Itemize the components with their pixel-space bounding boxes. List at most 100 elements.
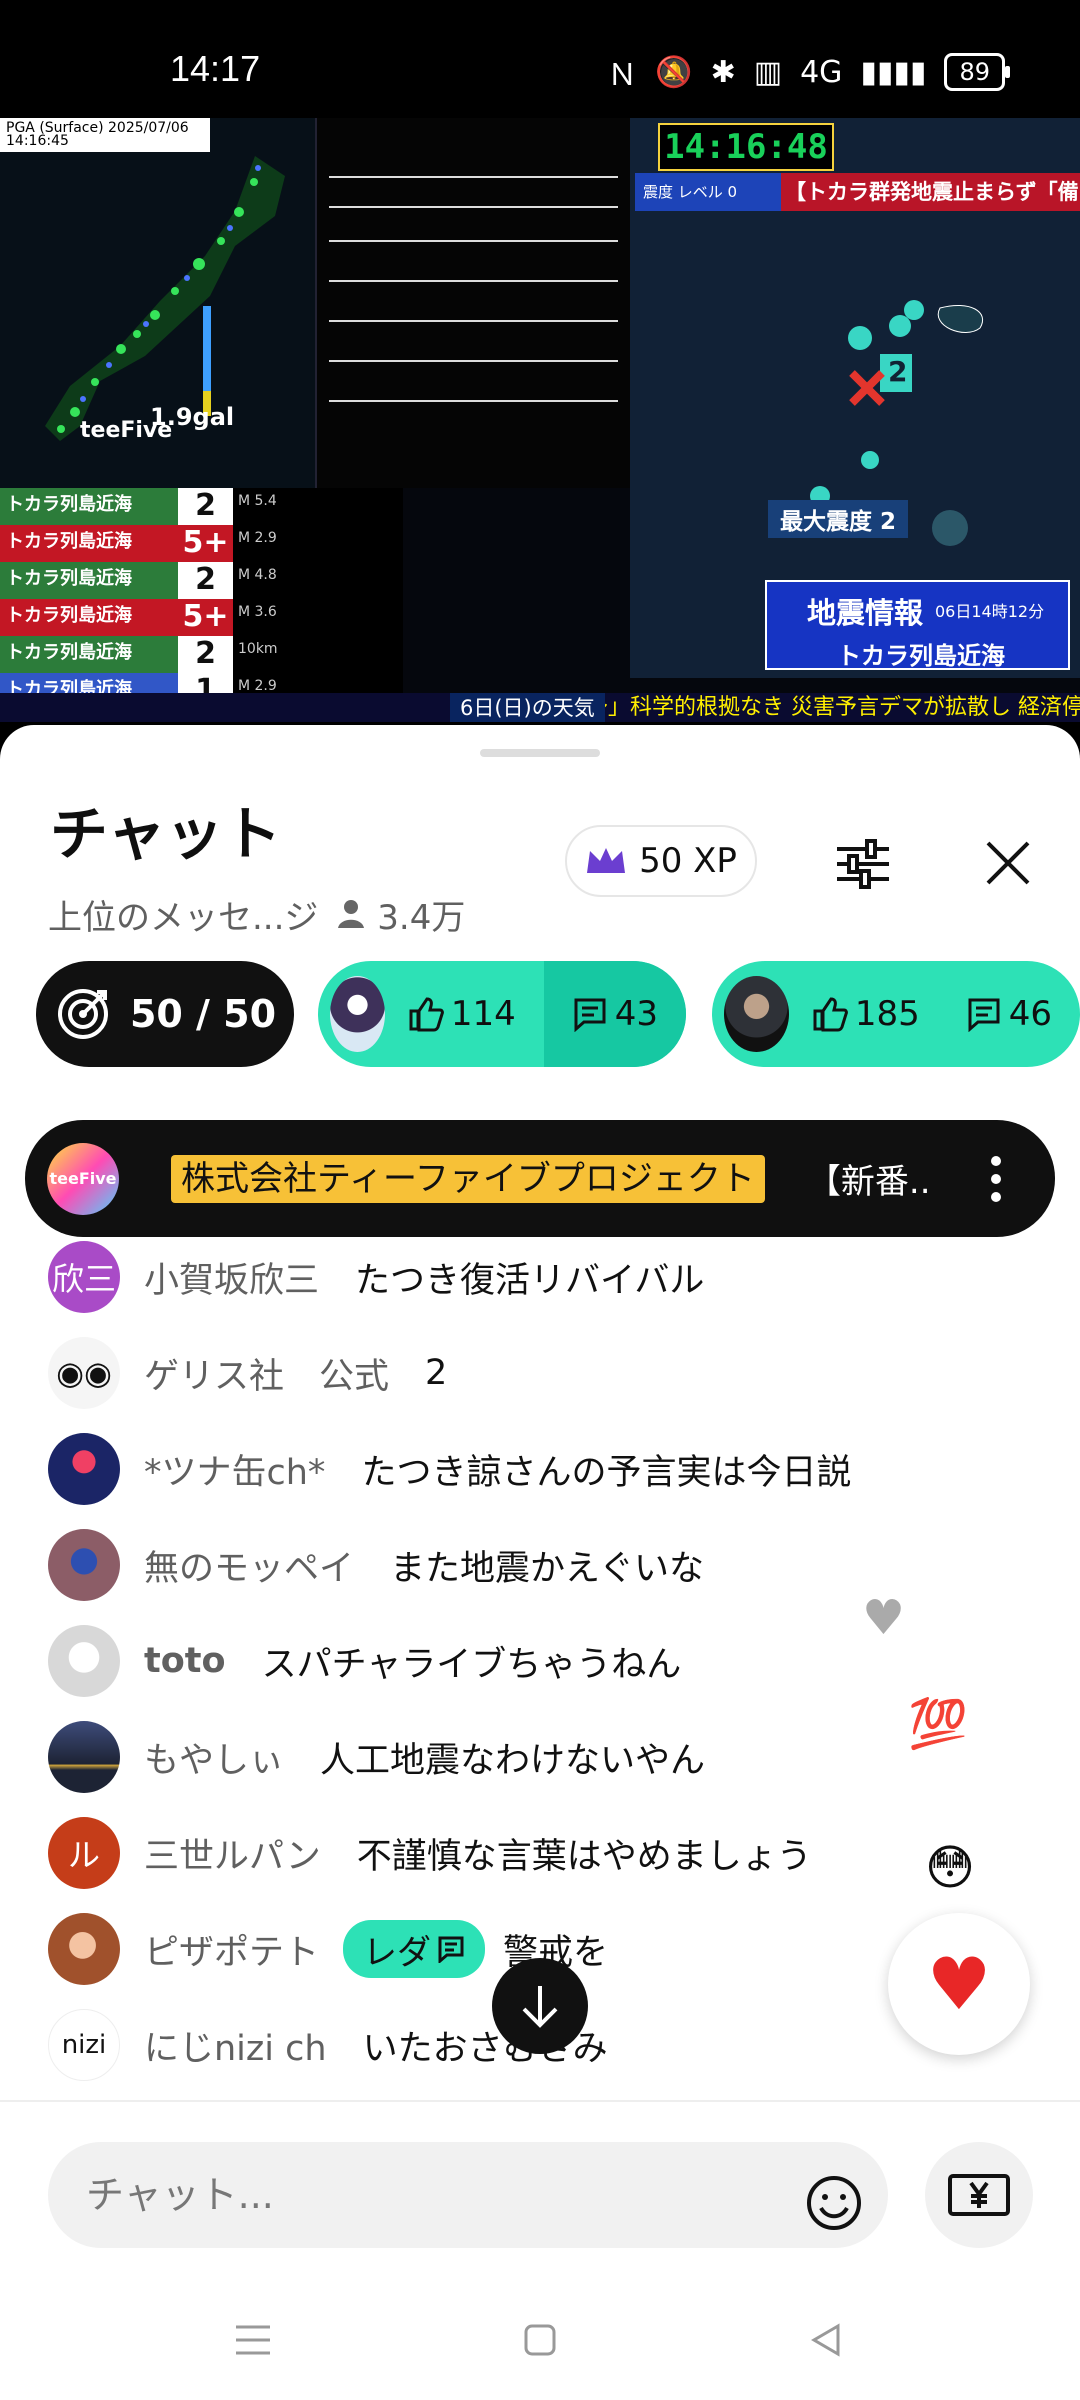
viewer-count-container: 3.4万 (336, 890, 465, 939)
pinned-avatar: teeFive (47, 1142, 119, 1215)
menu-icon[interactable] (232, 2319, 274, 2361)
pinned-message[interactable]: teeFive 株式会社ティーファイブプロジェクト 【新番... (25, 1120, 1055, 1237)
avatar (48, 1433, 120, 1505)
waveform-line (329, 280, 618, 282)
more-vertical-icon[interactable] (991, 1155, 1001, 1203)
quake-list-row: トカラ列島近海 2 M 4.8 (0, 562, 630, 599)
message-author[interactable]: 三世ルパン (144, 1828, 321, 1879)
quake-list-name: トカラ列島近海 (0, 636, 178, 673)
scroll-to-bottom-button[interactable] (492, 1958, 588, 2054)
home-icon[interactable] (519, 2319, 561, 2361)
message-author[interactable]: 小賀坂欣三 (144, 1252, 319, 1303)
arrow-down-icon (522, 1986, 558, 2028)
likes-count: 185 (854, 994, 920, 1034)
sheet-drag-handle[interactable] (480, 749, 600, 757)
chat-title: チャット (50, 800, 282, 868)
volte-icon: ▥ (753, 54, 783, 90)
live-video-player[interactable]: PGA (Surface) 2025/07/06 14:16:45 1.9gal… (0, 118, 1080, 722)
system-navigation-bar (0, 2280, 1080, 2400)
message-author[interactable]: もやしぃ (144, 1732, 284, 1783)
smiley-icon[interactable] (805, 2174, 863, 2232)
message-author[interactable]: *ツナ缶ch* (144, 1444, 325, 1495)
member-badge: レダ (343, 1920, 486, 1978)
chat-message[interactable]: ◉◉ ゲリス社 公式 2 (48, 1333, 447, 1413)
status-bar: 14:17 Ｎ 🔕 ✱ ▥ 4G ▮▮▮▮ 89 (0, 0, 1080, 118)
message-author[interactable]: toto (144, 1641, 226, 1681)
xp-label: 50 XP (639, 841, 737, 881)
comments-count: 46 (1008, 994, 1052, 1034)
chat-subtitle-row: 上位のメッセ...ジ 3.4万 (48, 890, 465, 939)
status-icons: Ｎ 🔕 ✱ ▥ 4G ▮▮▮▮ 89 (607, 50, 1010, 94)
pinned-author[interactable]: 株式会社ティーファイブプロジェクト (171, 1154, 765, 1203)
waveform-line (329, 320, 618, 322)
status-time: 14:17 (170, 48, 261, 89)
chat-message[interactable]: 欣三 小賀坂欣三 たつき復活リバイバル (48, 1237, 704, 1317)
leaderboard-card[interactable]: 114 43 (318, 961, 686, 1067)
quake-list-name: トカラ列島近海 (0, 562, 178, 599)
japan-map-icon (45, 156, 285, 441)
message-text: たつき復活リバイバル (355, 1260, 705, 1301)
chat-message[interactable]: *ツナ缶ch* たつき諒さんの予言実は今日説 (48, 1429, 851, 1509)
chat-message[interactable]: 無のモッペイ また地震かえぐいな (48, 1525, 704, 1605)
message-text: スパチャライブちゃうねん (261, 1644, 682, 1685)
goal-progress-button[interactable]: 50 / 50 (36, 961, 294, 1067)
quake-list-detail: M 5.4 (233, 488, 403, 525)
quake-list-detail: M 4.8 (233, 562, 403, 599)
signal-icon: ▮▮▮▮ (860, 54, 927, 90)
likes-container: 114 (407, 994, 516, 1034)
chat-filter-label[interactable]: 上位のメッセ...ジ (48, 890, 318, 939)
message-author[interactable]: にじnizi ch (144, 2020, 327, 2071)
message-author[interactable]: ピザポテト (144, 1924, 319, 1975)
quake-list-row: トカラ列島近海 2 10km (0, 636, 630, 673)
xp-button[interactable]: 50 XP (565, 825, 757, 897)
quake-area: トカラ列島近海 (837, 642, 1005, 670)
heart-reaction-button[interactable]: ♥ (888, 1913, 1030, 2055)
avatar (48, 1529, 120, 1601)
message-text: たつき諒さんの予言実は今日説 (361, 1452, 852, 1493)
back-icon[interactable] (806, 2319, 848, 2361)
comment-icon (968, 998, 1000, 1032)
chat-message[interactable]: ル 三世ルパン 不謹慎な言葉はやめましょう (48, 1813, 812, 1893)
message-author[interactable]: ゲリス社 公式 (144, 1348, 389, 1399)
comments-container: 46 (938, 961, 1080, 1067)
close-icon[interactable] (980, 835, 1036, 891)
chat-input[interactable]: チャット... (48, 2142, 888, 2248)
waveform-line (329, 206, 618, 208)
bluetooth-icon: ✱ (710, 54, 736, 90)
avatar (48, 1625, 120, 1697)
nfc-icon: Ｎ (607, 58, 638, 93)
quake-list-name: トカラ列島近海 (0, 599, 178, 636)
network-type: 4G (800, 54, 843, 90)
svg-text:2: 2 (888, 355, 907, 388)
message-text: 2 (425, 1353, 448, 1393)
floating-heart-icon: ♥ (862, 1590, 906, 1646)
quake-list-value: 5+ (178, 525, 233, 562)
chat-sheet: チャット 上位のメッセ...ジ 3.4万 50 XP 50 / 50 114 4… (0, 725, 1080, 2400)
chat-message[interactable]: toto スパチャライブちゃうねん (48, 1621, 681, 1701)
chat-message[interactable]: もやしぃ 人工地震なわけないやん (48, 1717, 705, 1797)
message-author[interactable]: 無のモッペイ (144, 1540, 354, 1591)
crown-icon (587, 848, 626, 873)
waveform-line (329, 176, 618, 178)
message-text: 人工地震なわけないやん (320, 1740, 706, 1781)
waveform-line (329, 240, 618, 242)
weather-label: 6日(日)の天気 (450, 693, 605, 722)
max-intensity-label: 最大震度 2 (768, 500, 909, 538)
super-chat-button[interactable] (925, 2142, 1033, 2248)
leaderboard-card[interactable]: 185 46 (712, 961, 1080, 1067)
goal-progress-value: 50 / 50 (129, 992, 277, 1036)
comment-icon (574, 998, 606, 1032)
quake-list-detail: 10km (233, 636, 403, 673)
quake-list-name: トカラ列島近海 (0, 488, 178, 525)
person-icon (338, 900, 365, 928)
battery-icon: 89 (944, 53, 1010, 91)
avatar (330, 976, 385, 1052)
quake-list-value: 5+ (178, 599, 233, 636)
settings-sliders-icon[interactable] (832, 833, 894, 895)
yen-icon (948, 2174, 1010, 2216)
avatar: 欣三 (48, 1241, 120, 1313)
quake-list-name: トカラ列島近海 (0, 525, 178, 562)
heart-icon: ♥ (926, 1942, 992, 2026)
quake-list-detail: M 3.6 (233, 599, 403, 636)
likes-container: 185 (811, 994, 920, 1034)
